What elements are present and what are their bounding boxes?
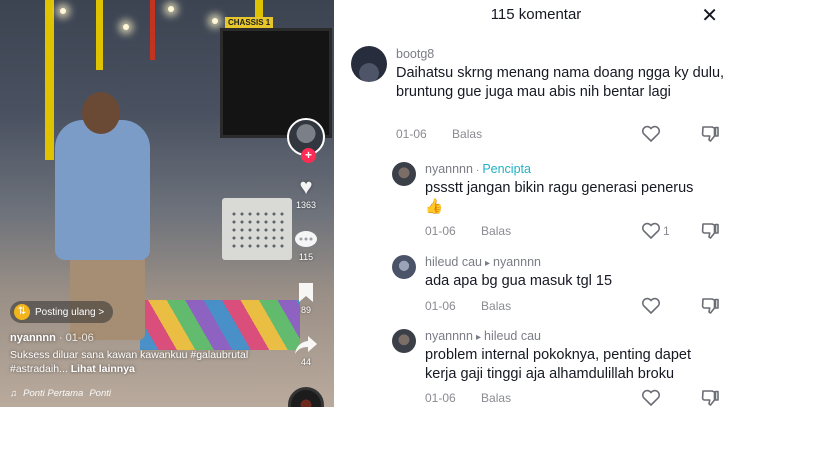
music-suffix: Ponti xyxy=(89,388,111,399)
comment-date: 01-06 xyxy=(425,391,456,405)
reply-arrow-icon: ▸ xyxy=(475,332,481,343)
comment-text: Daihatsu skrng menang nama doang ngga ky… xyxy=(396,65,725,100)
heart-icon[interactable] xyxy=(641,222,661,240)
music-note-icon: ♫ xyxy=(10,388,18,399)
comment-date: 01-06 xyxy=(425,224,456,238)
reply-to-username[interactable]: nyannnn xyxy=(493,255,541,269)
avatar[interactable] xyxy=(392,329,416,353)
comments-panel: 115 komentar ✕ bootg8 Daihatsu skrng men… xyxy=(336,0,736,420)
comment-username[interactable]: hileud cau ▸ nyannnn xyxy=(425,255,541,269)
factory-beam xyxy=(150,0,155,60)
thumbs-down-icon[interactable] xyxy=(700,125,720,143)
username-text: nyannnn xyxy=(425,329,473,343)
like-button[interactable]: ♥ 1363 xyxy=(295,174,317,211)
comment-meta: 01-06 Balas xyxy=(425,391,511,405)
repost-label: Posting ulang > xyxy=(35,306,105,318)
comments-count-title: 115 komentar xyxy=(490,6,582,23)
ceiling-light xyxy=(123,24,129,30)
comment-text: problem internal pokoknya, penting dapet… xyxy=(425,347,692,382)
reply-arrow-icon: ▸ xyxy=(485,258,491,269)
person-head xyxy=(82,92,120,134)
chassis-sign: CHASSIS 1 xyxy=(225,17,274,28)
reply-to-username[interactable]: hileud cau xyxy=(484,329,541,343)
share-arrow-icon xyxy=(295,336,317,354)
share-button[interactable]: 44 xyxy=(294,335,318,367)
comment-count: 115 xyxy=(298,252,314,262)
avatar[interactable] xyxy=(392,162,416,186)
video-music[interactable]: ♫ Ponti Pertama Ponti xyxy=(10,388,111,399)
reply-button[interactable]: Balas xyxy=(481,224,511,238)
ceiling-light xyxy=(212,18,218,24)
username-text: bootg8 xyxy=(396,47,435,61)
video-info: nyannnn · 01-06 Suksess diluar sana kawa… xyxy=(10,332,290,376)
reply-button[interactable]: Balas xyxy=(452,127,482,141)
ceiling-light xyxy=(60,8,66,14)
video-player[interactable]: CHASSIS 1 + ♥ 1363 115 89 44 ⇅ Posting u… xyxy=(0,0,334,407)
factory-beam xyxy=(96,0,103,70)
reply-button[interactable]: Balas xyxy=(481,299,511,313)
comment-meta: 01-06 Balas xyxy=(425,224,511,238)
comment-button[interactable]: 115 xyxy=(294,230,318,262)
comment-username[interactable]: nyannnn · Pencipta xyxy=(425,162,531,176)
like-count: 1363 xyxy=(295,200,317,210)
share-count: 44 xyxy=(300,357,311,367)
comment-text: ada apa bg gua masuk tgl 15 xyxy=(425,273,613,289)
username-text: hileud cau xyxy=(425,255,482,269)
video-author-name: nyannnn xyxy=(10,332,56,344)
thumbs-down-icon[interactable] xyxy=(700,389,720,407)
comment-meta: 01-06 Balas xyxy=(425,299,511,313)
thumbs-down-icon[interactable] xyxy=(700,222,720,240)
follow-plus-icon[interactable]: + xyxy=(301,148,316,163)
reply-button[interactable]: Balas xyxy=(481,391,511,405)
heart-icon: ♥ xyxy=(299,174,313,199)
username-text: nyannnn xyxy=(425,162,473,176)
creator-avatar[interactable]: + xyxy=(287,118,325,163)
ceiling-light xyxy=(168,6,174,12)
bookmark-icon xyxy=(299,283,313,302)
thumbs-down-icon[interactable] xyxy=(700,297,720,315)
like-count: 1 xyxy=(663,224,670,238)
factory-beam xyxy=(45,0,54,160)
comment-date: 01-06 xyxy=(425,299,456,313)
music-title: Ponti Pertama xyxy=(23,388,84,399)
creator-badge: Pencipta xyxy=(482,162,531,176)
machine-panel xyxy=(230,210,284,250)
comment-username[interactable]: bootg8 xyxy=(396,47,434,61)
comment-username[interactable]: nyannnn ▸ hileud cau xyxy=(425,329,541,343)
avatar[interactable] xyxy=(351,46,387,82)
comment-bubble-icon xyxy=(295,231,317,247)
heart-icon[interactable] xyxy=(641,389,661,407)
video-author[interactable]: nyannnn · 01-06 xyxy=(10,332,290,344)
comment-meta: 01-06 Balas xyxy=(396,127,482,141)
video-caption: Suksess diluar sana kawan kawankuu #gala… xyxy=(10,348,290,376)
avatar[interactable] xyxy=(392,255,416,279)
save-count: 89 xyxy=(300,305,311,315)
see-more-link[interactable]: Lihat lainnya xyxy=(71,363,135,375)
heart-icon[interactable] xyxy=(641,125,661,143)
comment-text: pssstt jangan bikin ragu generasi peneru… xyxy=(425,180,694,215)
repost-icon: ⇅ xyxy=(14,304,30,320)
close-icon[interactable]: ✕ xyxy=(701,3,718,28)
save-button[interactable]: 89 xyxy=(297,282,315,315)
person-body xyxy=(55,120,150,260)
comment-date: 01-06 xyxy=(396,127,427,141)
username-separator: · xyxy=(475,165,480,176)
heart-icon[interactable] xyxy=(641,297,661,315)
repost-chip[interactable]: ⇅ Posting ulang > xyxy=(10,301,114,323)
music-disc[interactable] xyxy=(288,387,324,407)
video-date: · 01-06 xyxy=(58,332,94,344)
